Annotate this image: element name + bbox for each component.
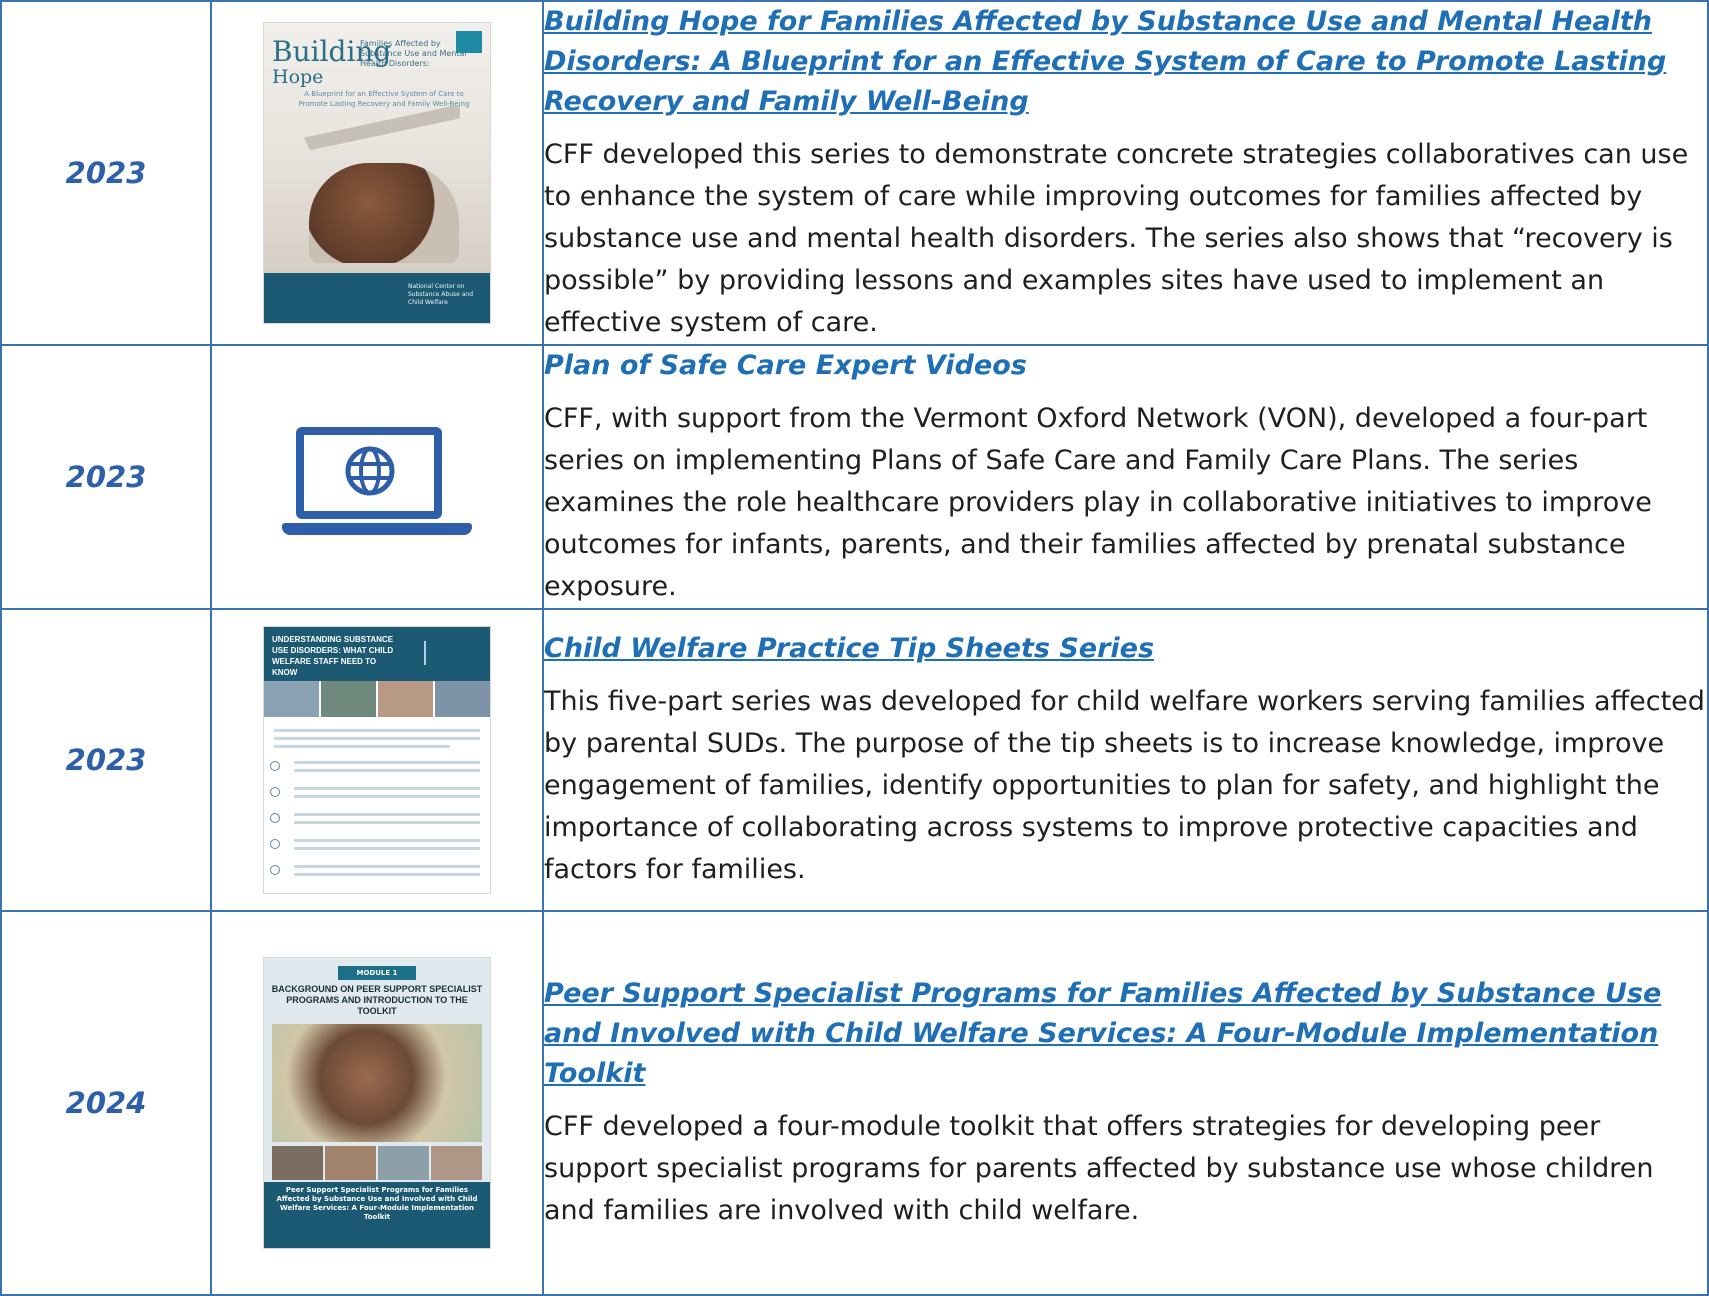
year-label: 2024 (65, 1086, 147, 1120)
family-photo (309, 163, 459, 263)
thumbnail-cell: UNDERSTANDING SUBSTANCE USE DISORDERS: W… (210, 608, 544, 912)
toolkit-cover-heading: BACKGROUND ON PEER SUPPORT SPECIALIST PR… (271, 984, 483, 1016)
table-row: 2023 Plan of Safe Care Expert Videos CFF… (0, 344, 1709, 610)
bullet-icon (270, 839, 280, 849)
resource-title-link[interactable]: Peer Support Specialist Programs for Fam… (544, 974, 1707, 1094)
peer-support-toolkit-cover-image[interactable]: MODULE 1 BACKGROUND ON PEER SUPPORT SPEC… (264, 958, 490, 1248)
resource-description: CFF, with support from the Vermont Oxfor… (544, 403, 1652, 602)
tip-sheet-cover-image[interactable]: UNDERSTANDING SUBSTANCE USE DISORDERS: W… (264, 627, 490, 893)
photo-strip (264, 681, 490, 717)
thumbnail-cell (210, 344, 544, 610)
bullet-icon (270, 813, 280, 823)
laptop-base (282, 523, 472, 535)
bullet-icon (270, 787, 280, 797)
table-row: 2024 MODULE 1 BACKGROUND ON PEER SUPPORT… (0, 910, 1709, 1296)
description-cell: Child Welfare Practice Tip Sheets Series… (542, 608, 1709, 912)
women-photo (272, 1024, 482, 1142)
publisher-logo (424, 641, 482, 665)
tip-sheet-header: UNDERSTANDING SUBSTANCE USE DISORDERS: W… (264, 627, 490, 681)
building-hope-cover-image[interactable]: Building Hope Families Affected by Substa… (264, 23, 490, 323)
resource-description: CFF developed this series to demonstrate… (544, 139, 1689, 338)
description-cell: Peer Support Specialist Programs for Fam… (542, 910, 1709, 1296)
resource-title: Plan of Safe Care Expert Videos (544, 350, 1027, 381)
module-badge: MODULE 1 (338, 966, 416, 980)
globe-icon (345, 446, 395, 496)
year-cell: 2023 (0, 344, 212, 610)
resource-description: CFF developed a four-module toolkit that… (544, 1111, 1654, 1226)
table-row: 2023 Building Hope Families Affected by S… (0, 0, 1709, 346)
photo-strip (272, 1146, 482, 1180)
thumbnail-cell: MODULE 1 BACKGROUND ON PEER SUPPORT SPEC… (210, 910, 544, 1296)
laptop-globe-icon[interactable] (262, 417, 492, 537)
bullet-icon (270, 865, 280, 875)
year-cell: 2023 (0, 608, 212, 912)
resource-title-link[interactable]: Child Welfare Practice Tip Sheets Series (544, 629, 1707, 669)
publisher-name: National Center on Substance Abuse and C… (408, 283, 474, 306)
cover-tag (456, 31, 482, 53)
table-row: 2023 UNDERSTANDING SUBSTANCE USE DISORDE… (0, 608, 1709, 912)
year-cell: 2023 (0, 0, 212, 346)
thumbnail-cell: Building Hope Families Affected by Substa… (210, 0, 544, 346)
year-label: 2023 (65, 460, 147, 494)
resource-title-link[interactable]: Building Hope for Families Affected by S… (544, 2, 1707, 122)
toolkit-title-band: Peer Support Specialist Programs for Fam… (264, 1182, 490, 1248)
description-cell: Plan of Safe Care Expert Videos CFF, wit… (542, 344, 1709, 610)
tip-sheet-heading: UNDERSTANDING SUBSTANCE USE DISORDERS: W… (272, 635, 394, 677)
resources-table: 2023 Building Hope Families Affected by S… (0, 0, 1709, 1296)
description-cell: Building Hope for Families Affected by S… (542, 0, 1709, 346)
resource-description: This five-part series was developed for … (544, 686, 1705, 885)
bullet-icon (270, 761, 280, 771)
year-cell: 2024 (0, 910, 212, 1296)
toolkit-band-text: Peer Support Specialist Programs for Fam… (276, 1186, 478, 1221)
year-label: 2023 (65, 156, 147, 190)
cover-footer: National Center on Substance Abuse and C… (264, 273, 490, 323)
year-label: 2023 (65, 743, 147, 777)
